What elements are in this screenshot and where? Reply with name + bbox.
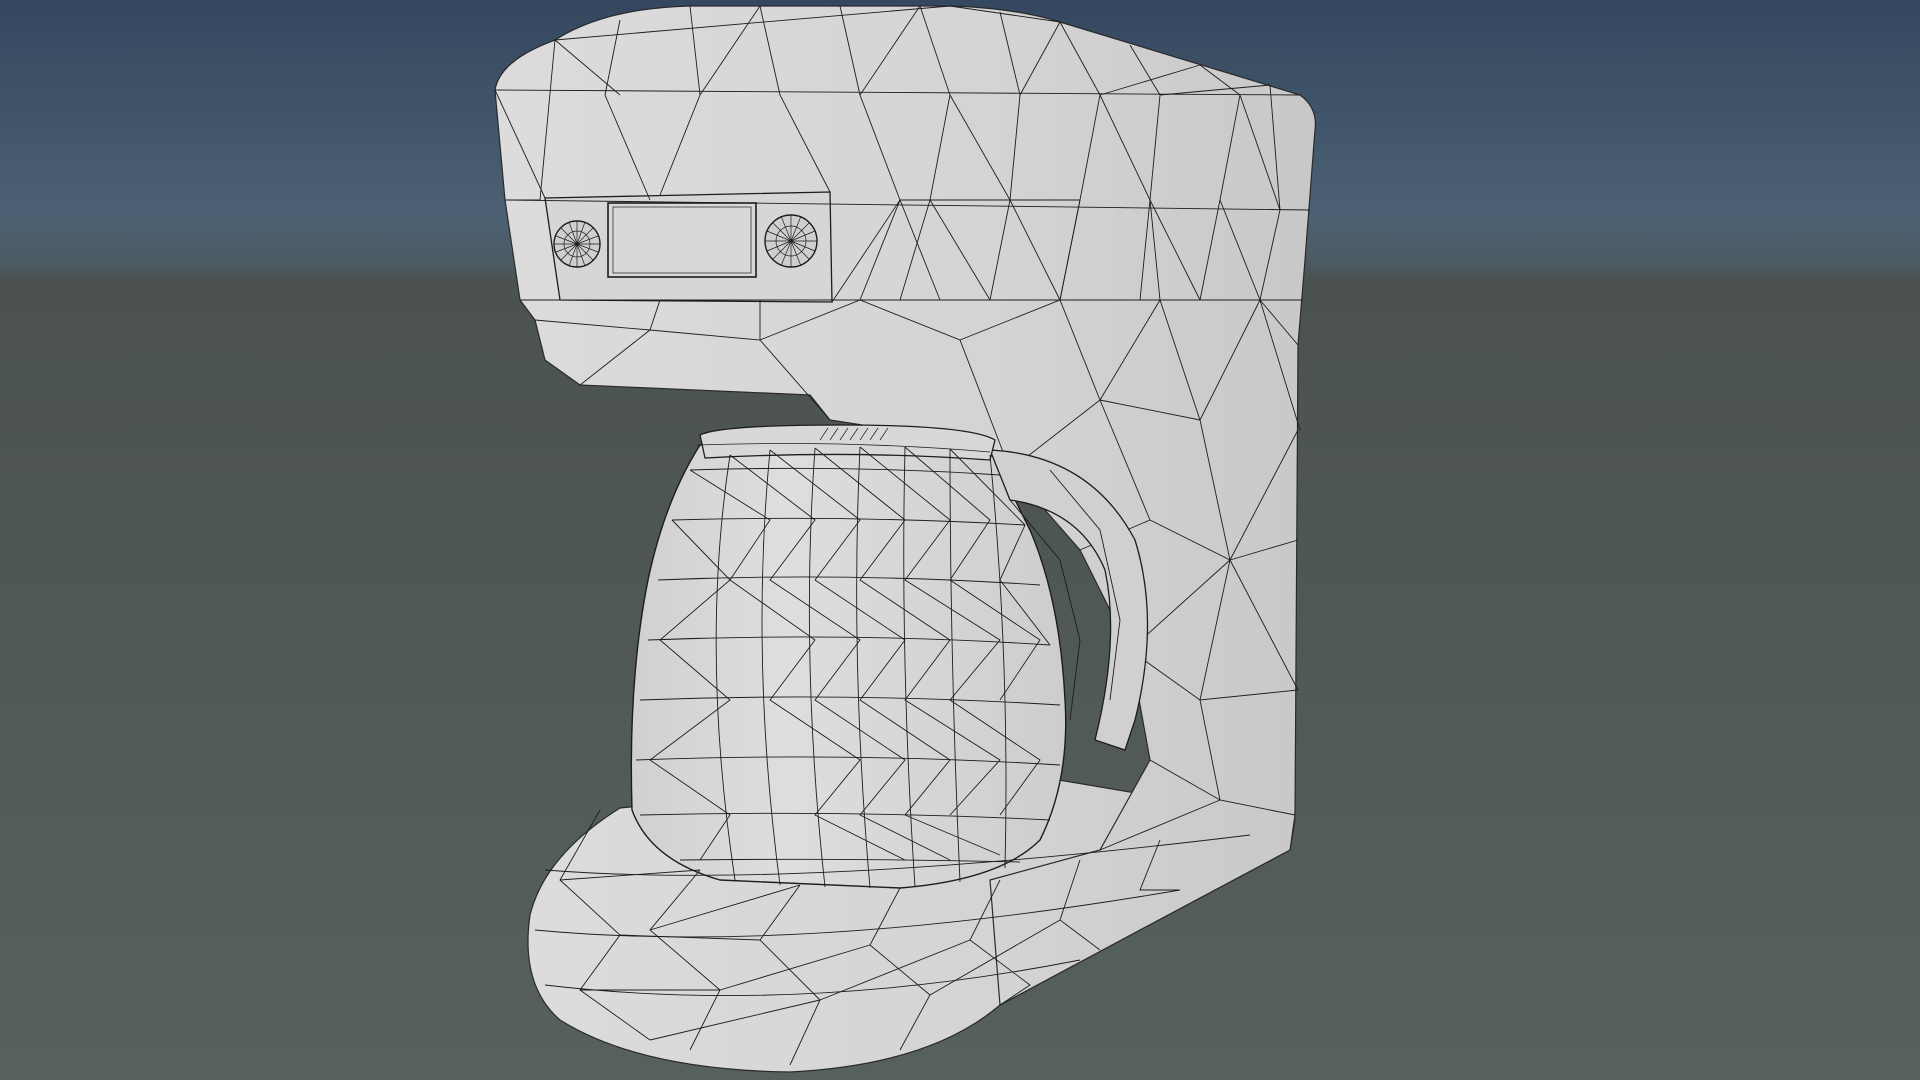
right-dial[interactable] bbox=[764, 214, 818, 268]
display-screen bbox=[607, 202, 757, 278]
3d-viewport[interactable] bbox=[0, 0, 1920, 1080]
control-panel bbox=[544, 191, 833, 303]
carafe[interactable] bbox=[630, 439, 1067, 889]
scene-render bbox=[0, 0, 1920, 1080]
left-dial[interactable] bbox=[553, 220, 601, 268]
